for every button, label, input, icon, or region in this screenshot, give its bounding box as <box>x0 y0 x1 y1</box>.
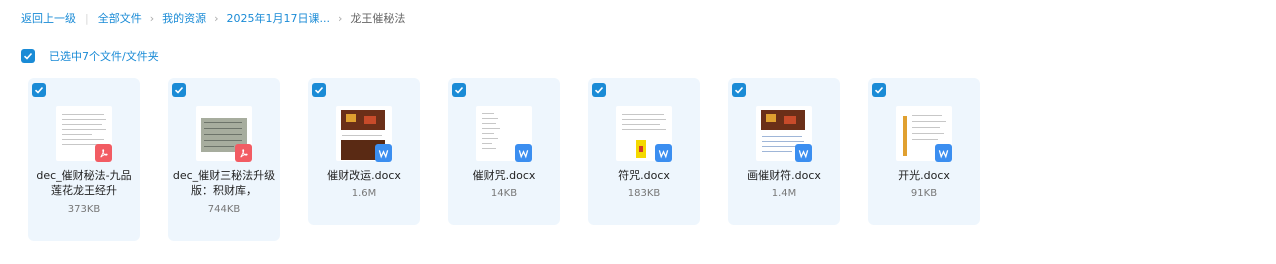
breadcrumb: 返回上一级 | 全部文件 › 我的资源 › 2025年1月17日课... › 龙… <box>21 10 405 26</box>
file-checkbox[interactable] <box>32 83 46 97</box>
file-size: 1.6M <box>351 188 377 199</box>
file-checkbox[interactable] <box>312 83 326 97</box>
file-checkbox[interactable] <box>872 83 886 97</box>
file-name: 符咒.docx <box>618 169 670 182</box>
file-card[interactable]: 催财咒.docx 14KB <box>448 78 560 225</box>
breadcrumb-my-resources[interactable]: 我的资源 <box>162 10 206 26</box>
check-icon <box>34 86 44 94</box>
check-icon <box>454 86 464 94</box>
breadcrumb-separator-icon: › <box>338 11 343 25</box>
word-icon <box>795 144 812 162</box>
back-link[interactable]: 返回上一级 <box>21 10 76 26</box>
file-checkbox[interactable] <box>172 83 186 97</box>
file-size: 14KB <box>490 188 518 199</box>
select-all-row: 已选中7个文件/文件夹 <box>21 48 159 64</box>
file-size: 1.4M <box>771 188 797 199</box>
file-card[interactable]: dec_催财秘法-九品莲花龙王经升 373KB <box>28 78 140 241</box>
check-icon <box>23 52 33 60</box>
pdf-icon <box>95 144 112 162</box>
word-icon <box>515 144 532 162</box>
file-checkbox[interactable] <box>592 83 606 97</box>
check-icon <box>594 86 604 94</box>
breadcrumb-divider: | <box>85 11 89 25</box>
check-icon <box>174 86 184 94</box>
file-size: 744KB <box>207 204 241 215</box>
file-card[interactable]: 符咒.docx 183KB <box>588 78 700 225</box>
file-card[interactable]: 开光.docx 91KB <box>868 78 980 225</box>
pdf-icon <box>235 144 252 162</box>
file-name: 催财改运.docx <box>327 169 401 182</box>
breadcrumb-current: 龙王催秘法 <box>350 12 406 25</box>
file-size: 373KB <box>67 204 101 215</box>
file-name: dec_催财秘法-九品莲花龙王经升 <box>36 169 132 197</box>
word-icon <box>935 144 952 162</box>
file-card[interactable]: 催财改运.docx 1.6M <box>308 78 420 225</box>
file-checkbox[interactable] <box>452 83 466 97</box>
word-icon <box>375 144 392 162</box>
file-size: 183KB <box>627 188 661 199</box>
breadcrumb-separator-icon: › <box>214 11 219 25</box>
breadcrumb-separator-icon: › <box>149 11 155 25</box>
select-all-checkbox[interactable] <box>21 49 35 63</box>
file-name: 画催财符.docx <box>747 169 821 182</box>
word-icon <box>655 144 672 162</box>
check-icon <box>734 86 744 94</box>
breadcrumb-all-files[interactable]: 全部文件 <box>98 10 142 26</box>
file-card[interactable]: dec_催财三秘法升级版：积财库， 744KB <box>168 78 280 241</box>
file-name: 催财咒.docx <box>472 169 536 182</box>
file-checkbox[interactable] <box>732 83 746 97</box>
breadcrumb-folder-2025[interactable]: 2025年1月17日课... <box>227 10 330 26</box>
check-icon <box>314 86 324 94</box>
check-icon <box>874 86 884 94</box>
file-size: 91KB <box>910 188 938 199</box>
selection-count: 已选中7个文件/文件夹 <box>49 50 159 63</box>
file-card[interactable]: 画催财符.docx 1.4M <box>728 78 840 225</box>
file-name: dec_催财三秘法升级版：积财库， <box>172 169 276 197</box>
file-name: 开光.docx <box>898 169 950 182</box>
